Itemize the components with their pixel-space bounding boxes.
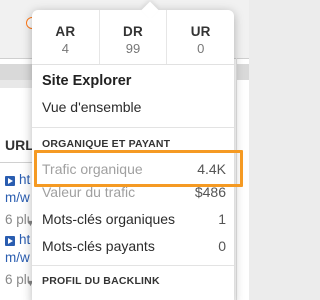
- url-link-bottom[interactable]: m/w: [5, 250, 30, 265]
- metric-label: AR: [55, 24, 76, 39]
- screen: URL ht m/w 6 plu ▼ ht m/w 6 plu ▼ AR 4 D…: [0, 0, 249, 300]
- page-header-band: [0, 64, 36, 80]
- menu-item-label: Valeur du trafic: [42, 184, 136, 200]
- metric-label: UR: [190, 24, 211, 39]
- menu-item-organic-traffic[interactable]: Trafic organique 4.4K: [42, 161, 226, 177]
- metric-ar[interactable]: AR 4: [32, 10, 99, 64]
- menu-item-value: 1: [218, 211, 226, 227]
- page-subheader-band: [0, 80, 36, 88]
- menu-item-label: Mots-clés organiques: [42, 211, 176, 227]
- url-link-bottom[interactable]: m/w: [5, 190, 30, 205]
- menu-item-traffic-value[interactable]: Valeur du trafic $486: [42, 184, 226, 200]
- play-link-icon: [5, 236, 15, 246]
- site-explorer-heading[interactable]: Site Explorer: [42, 73, 131, 89]
- menu-item-overview[interactable]: Vue d'ensemble: [42, 99, 226, 115]
- metric-value: 0: [197, 41, 205, 56]
- url-link-top[interactable]: ht: [19, 172, 30, 187]
- menu-item-value: 0: [218, 238, 226, 254]
- menu-divider: [32, 265, 234, 266]
- url-column-header: URL: [5, 137, 34, 153]
- menu-item-label: Mots-clés payants: [42, 238, 155, 254]
- menu-item-paid-keywords[interactable]: Mots-clés payants 0: [42, 238, 226, 254]
- extension-dropdown-menu: AR 4 DR 99 UR 0 Site Explorer Vue d'ense…: [32, 10, 234, 300]
- metric-ur[interactable]: UR 0: [166, 10, 234, 64]
- menu-item-label: Vue d'ensemble: [42, 99, 142, 115]
- metric-value: 4: [61, 41, 69, 56]
- page-column-divider: [236, 58, 237, 300]
- section-organic-paid: ORGANIQUE ET PAYANT: [42, 138, 171, 150]
- metric-value: 99: [125, 41, 141, 56]
- menu-divider: [32, 127, 234, 128]
- play-link-icon: [5, 176, 15, 186]
- section-backlink-profile: PROFIL DU BACKLINK: [42, 275, 160, 287]
- url-link-top[interactable]: ht: [19, 232, 30, 247]
- menu-item-label: Trafic organique: [42, 161, 143, 177]
- menu-item-value: $486: [194, 184, 226, 200]
- metrics-row: AR 4 DR 99 UR 0: [32, 10, 234, 65]
- menu-item-organic-keywords[interactable]: Mots-clés organiques 1: [42, 211, 226, 227]
- metric-label: DR: [123, 24, 143, 39]
- page-header-band-right: [237, 64, 249, 80]
- menu-item-value: 4.4K: [197, 161, 226, 177]
- metric-dr[interactable]: DR 99: [98, 10, 167, 64]
- column-header-divider: [0, 162, 36, 163]
